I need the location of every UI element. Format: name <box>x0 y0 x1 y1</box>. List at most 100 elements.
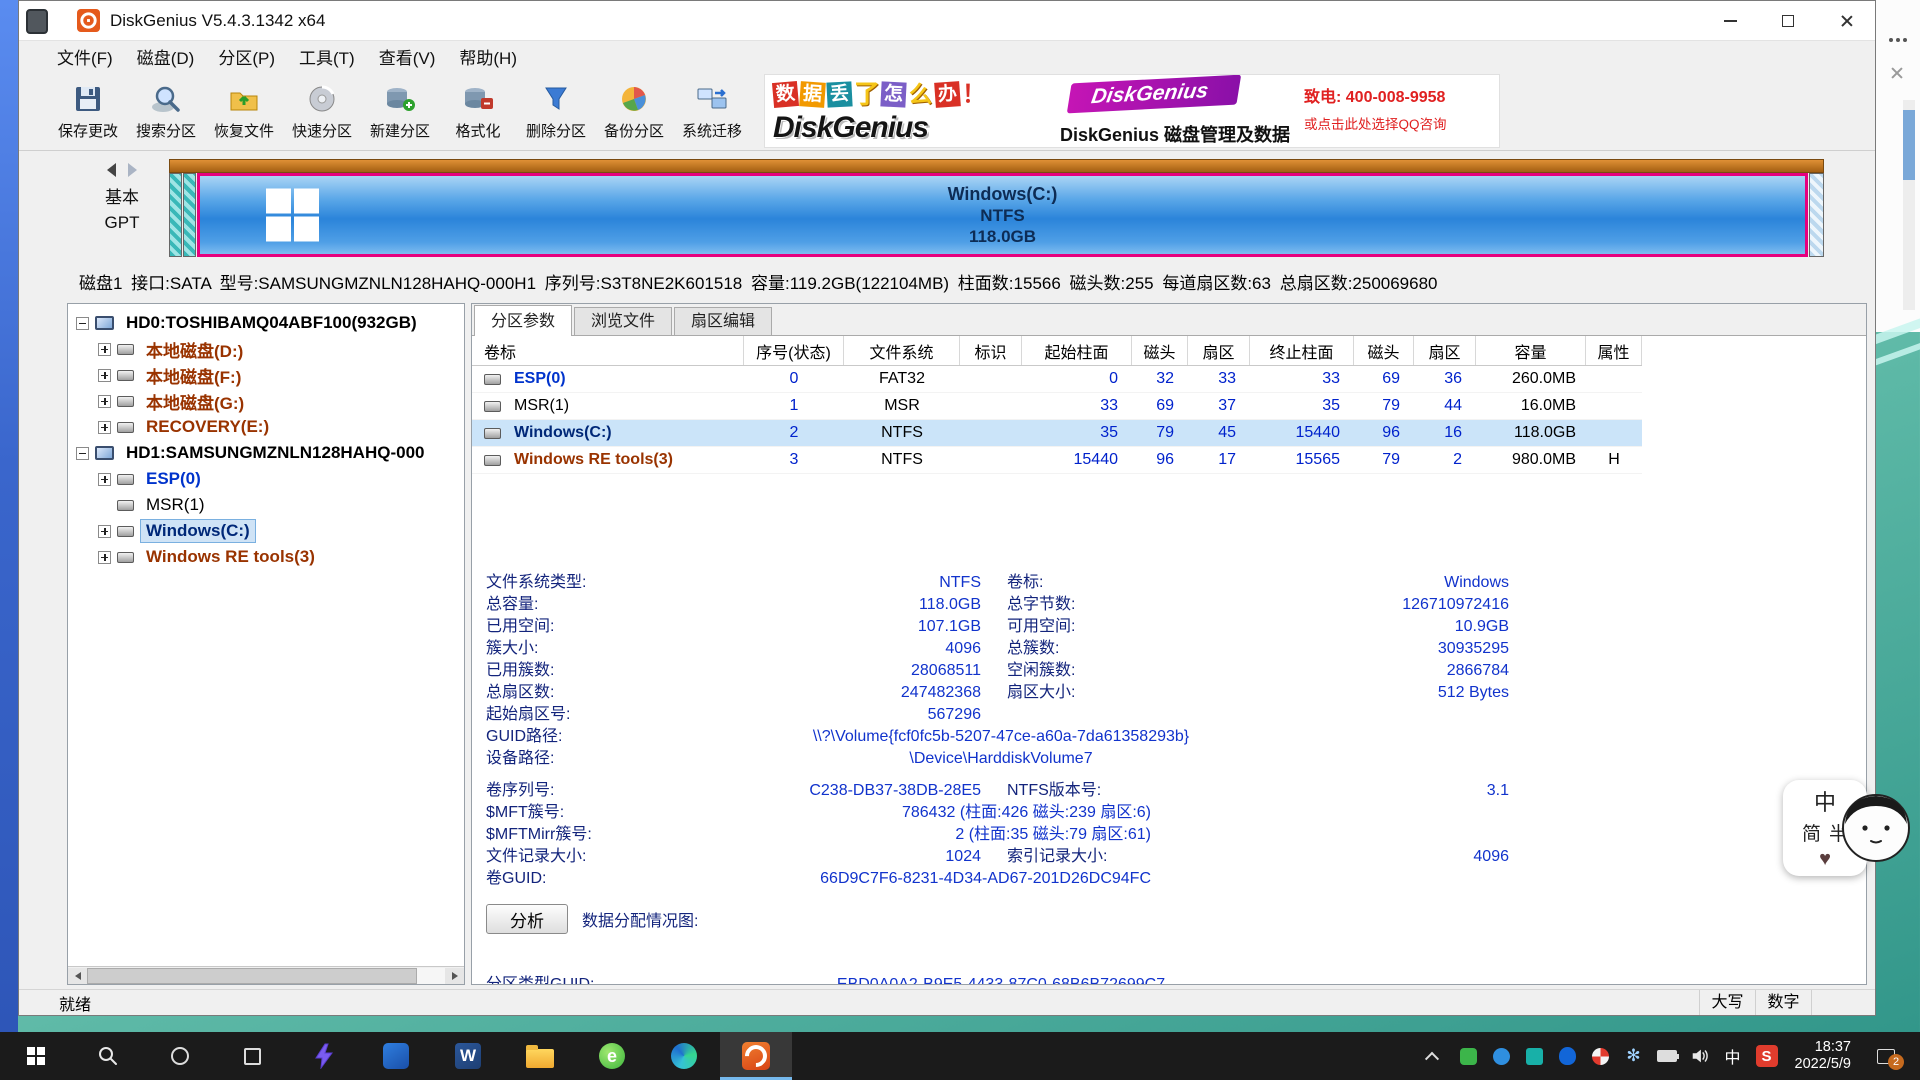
resize-grip[interactable] <box>1811 990 1875 1015</box>
col-volume-label[interactable]: 卷标 <box>472 336 744 365</box>
titlebar[interactable]: DiskGenius V5.4.3.1342 x64 <box>19 1 1875 41</box>
table-row-esp[interactable]: ESP(0) 0 FAT32 0 32 33 33 69 36 260.0MB <box>472 366 1642 393</box>
col-end-cylinder[interactable]: 终止柱面 <box>1250 336 1354 365</box>
promo-banner[interactable]: 数 据 丢 了 怎 么 办 ！ DiskGenius DiskGenius Di… <box>764 74 1500 148</box>
toolbar-new-partition[interactable]: 新建分区 <box>361 74 439 148</box>
tray-pinwheel-icon[interactable] <box>1591 1045 1611 1067</box>
task-view-button[interactable] <box>216 1032 288 1080</box>
col-end-sector[interactable]: 扇区 <box>1414 336 1476 365</box>
toolbar-recover-files[interactable]: 恢复文件 <box>205 74 283 148</box>
tree-item-hd0[interactable]: HD0:TOSHIBAMQ04ABF100(932GB) <box>68 310 464 336</box>
tree-item-local-d[interactable]: 本地磁盘(D:) <box>68 336 464 362</box>
cortana-button[interactable] <box>144 1032 216 1080</box>
col-flag[interactable]: 标识 <box>960 336 1022 365</box>
col-capacity[interactable]: 容量 <box>1476 336 1586 365</box>
close-button[interactable] <box>1817 1 1875 40</box>
taskbar-app-lightning[interactable] <box>288 1032 360 1080</box>
ime-simplified-indicator[interactable]: 简 <box>1802 819 1821 846</box>
toolbar-system-migration[interactable]: 系统迁移 <box>673 74 751 148</box>
tree-item-local-g[interactable]: 本地磁盘(G:) <box>68 388 464 414</box>
next-disk-arrow-icon[interactable] <box>128 163 137 177</box>
col-start-cylinder[interactable]: 起始柱面 <box>1022 336 1132 365</box>
toolbar-search-partition[interactable]: 搜索分区 <box>127 74 205 148</box>
collapse-icon[interactable] <box>76 447 89 460</box>
expand-icon[interactable] <box>98 421 111 434</box>
partition-esp-segment[interactable] <box>169 173 182 257</box>
collapse-icon[interactable] <box>76 317 89 330</box>
tray-expand-chevron-icon[interactable] <box>1422 1045 1442 1067</box>
toolbar-save-changes[interactable]: 保存更改 <box>49 74 127 148</box>
toolbar-format[interactable]: 格式化 <box>439 74 517 148</box>
tree-item-windows-c[interactable]: Windows(C:) <box>68 518 464 544</box>
tray-blue-app-icon[interactable] <box>1492 1045 1512 1067</box>
expand-icon[interactable] <box>98 473 111 486</box>
scrollbar-track[interactable] <box>87 968 445 984</box>
tree-item-msr[interactable]: MSR(1) <box>68 492 464 518</box>
expand-icon[interactable] <box>98 551 111 564</box>
tree-horizontal-scrollbar[interactable] <box>68 966 464 984</box>
taskbar-clock[interactable]: 18:37 2022/5/9 <box>1795 1039 1851 1073</box>
tray-wechat-icon[interactable] <box>1459 1045 1479 1067</box>
scroll-right-button[interactable] <box>445 968 464 984</box>
table-row-msr[interactable]: MSR(1) 1 MSR 33 69 37 35 79 44 16.0MB <box>472 393 1642 420</box>
expand-icon[interactable] <box>98 343 111 356</box>
toolbar-delete-partition[interactable]: 删除分区 <box>517 74 595 148</box>
sogou-tray-icon[interactable]: S <box>1756 1045 1778 1067</box>
scrollbar-thumb[interactable] <box>87 968 417 984</box>
tab-sector-edit[interactable]: 扇区编辑 <box>674 307 772 335</box>
volume-icon[interactable] <box>1690 1045 1710 1067</box>
maximize-button[interactable] <box>1759 1 1817 40</box>
expand-icon[interactable] <box>98 525 111 538</box>
expand-icon[interactable] <box>98 369 111 382</box>
tray-snowflake-icon[interactable] <box>1624 1045 1644 1067</box>
table-row-windows-c[interactable]: Windows(C:) 2 NTFS 35 79 45 15440 96 16 … <box>472 420 1642 447</box>
partition-winre-segment[interactable] <box>1809 173 1824 257</box>
tree-item-hd1[interactable]: HD1:SAMSUNGMZNLN128HAHQ-000 <box>68 440 464 466</box>
taskbar-app-edge[interactable] <box>648 1032 720 1080</box>
menu-help[interactable]: 帮助(H) <box>447 44 529 69</box>
heart-icon[interactable] <box>1819 848 1831 871</box>
tray-teal-app-icon[interactable] <box>1525 1045 1545 1067</box>
background-scrollbar[interactable] <box>1903 100 1915 310</box>
table-header[interactable]: 卷标 序号(状态) 文件系统 标识 起始柱面 磁头 扇区 终止柱面 磁头 扇区 … <box>472 336 1642 366</box>
menu-partition[interactable]: 分区(P) <box>206 44 287 69</box>
close-icon[interactable] <box>1890 66 1904 80</box>
prev-disk-arrow-icon[interactable] <box>107 163 116 177</box>
taskbar-app-blue[interactable] <box>360 1032 432 1080</box>
expand-icon[interactable] <box>98 395 111 408</box>
toolbar-backup-partition[interactable]: 备份分区 <box>595 74 673 148</box>
col-start-sector[interactable]: 扇区 <box>1188 336 1250 365</box>
ime-lang-indicator[interactable]: 中 <box>1814 785 1836 817</box>
col-end-head[interactable]: 磁头 <box>1354 336 1414 365</box>
ad-qq-link[interactable]: 或点击此处选择QQ咨询 <box>1304 113 1499 133</box>
minimize-button[interactable] <box>1701 1 1759 40</box>
tab-partition-params[interactable]: 分区参数 <box>474 305 572 336</box>
analyze-button[interactable]: 分析 <box>486 904 568 934</box>
toolbar-quick-partition[interactable]: 快速分区 <box>283 74 361 148</box>
scroll-left-button[interactable] <box>68 968 87 984</box>
taskbar-app-word[interactable]: W <box>432 1032 504 1080</box>
taskbar-file-explorer[interactable] <box>504 1032 576 1080</box>
disk-band[interactable] <box>169 159 1824 173</box>
table-row-windows-re[interactable]: Windows RE tools(3) 3 NTFS 15440 96 17 1… <box>472 447 1642 474</box>
taskbar-app-green-browser[interactable]: e <box>576 1032 648 1080</box>
battery-icon[interactable] <box>1657 1045 1677 1067</box>
taskbar-search-button[interactable] <box>72 1032 144 1080</box>
col-start-head[interactable]: 磁头 <box>1132 336 1188 365</box>
floating-tab-icon[interactable] <box>26 9 48 34</box>
menu-view[interactable]: 查看(V) <box>367 44 448 69</box>
scrollbar-thumb[interactable] <box>1903 110 1915 180</box>
ime-indicator[interactable]: 中 <box>1723 1045 1743 1067</box>
col-filesystem[interactable]: 文件系统 <box>844 336 960 365</box>
tree-item-local-f[interactable]: 本地磁盘(F:) <box>68 362 464 388</box>
taskbar-app-diskgenius[interactable] <box>720 1032 792 1080</box>
tree-item-esp[interactable]: ESP(0) <box>68 466 464 492</box>
start-button[interactable] <box>0 1032 72 1080</box>
tree-item-windows-re[interactable]: Windows RE tools(3) <box>68 544 464 570</box>
tray-qq-icon[interactable] <box>1558 1045 1578 1067</box>
col-attributes[interactable]: 属性 <box>1586 336 1642 365</box>
more-icon[interactable] <box>1889 38 1907 42</box>
partition-windows-segment[interactable]: Windows(C:) NTFS 118.0GB <box>197 173 1808 257</box>
menu-file[interactable]: 文件(F) <box>45 44 125 69</box>
menu-tools[interactable]: 工具(T) <box>287 44 367 69</box>
